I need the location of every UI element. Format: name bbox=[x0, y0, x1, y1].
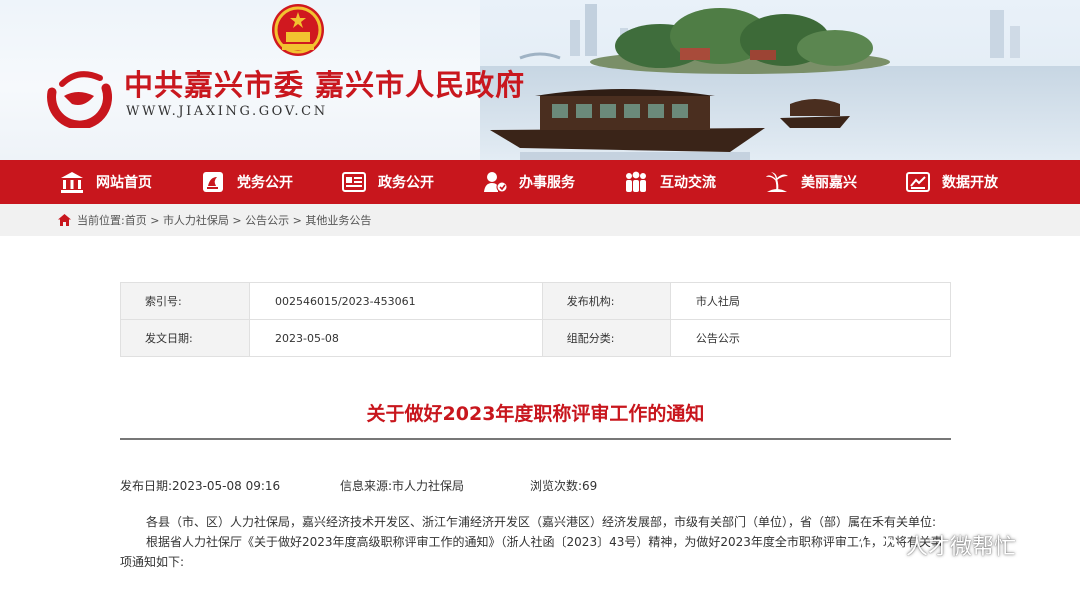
source-label: 信息来源: bbox=[340, 479, 393, 493]
article-body: 各县（市、区）人力社保局，嘉兴经济技术开发区、浙江乍浦经济开发区（嘉兴港区）经济… bbox=[120, 512, 952, 572]
watermark-text: 人才微帮忙 bbox=[906, 535, 1017, 560]
breadcrumb-separator: > bbox=[228, 213, 246, 227]
breadcrumb-separator: > bbox=[289, 213, 306, 227]
data-screen-icon bbox=[906, 172, 930, 192]
nav-item-label: 网站首页 bbox=[96, 175, 152, 191]
nav-item-interact[interactable]: 互动交流 bbox=[624, 171, 765, 193]
site-url: WWW.JIAXING.GOV.CN bbox=[126, 104, 328, 119]
nav-item-label: 美丽嘉兴 bbox=[801, 175, 857, 191]
wechat-watermark: 人才微帮忙 bbox=[860, 528, 1016, 562]
nav-item-home[interactable]: 网站首页 bbox=[60, 171, 201, 193]
breadcrumb-item-other[interactable]: 其他业务公告 bbox=[305, 212, 371, 228]
paragraph: 根据省人力社保厅《关于做好2023年度高级职称评审工作的通知》（浙人社函〔202… bbox=[120, 535, 943, 569]
views-label: 浏览次数: bbox=[530, 479, 583, 493]
category-label: 组配分类: bbox=[541, 319, 671, 357]
paragraph: 各县（市、区）人力社保局，嘉兴经济技术开发区、浙江乍浦经济开发区（嘉兴港区）经济… bbox=[146, 515, 937, 529]
national-emblem-icon bbox=[272, 4, 324, 56]
party-flag-icon bbox=[203, 172, 223, 192]
nav-item-service[interactable]: 办事服务 bbox=[483, 171, 624, 193]
site-title[interactable]: 中共嘉兴市委 嘉兴市人民政府 bbox=[124, 62, 525, 104]
nav-item-label: 互动交流 bbox=[660, 175, 716, 191]
article-title: 关于做好2023年度职称评审工作的通知 bbox=[366, 403, 705, 425]
nav-item-label: 政务公开 bbox=[378, 175, 434, 191]
publish-date-label: 发布日期: bbox=[120, 479, 173, 493]
publisher-label: 发布机构: bbox=[541, 282, 671, 320]
breadcrumb: 当前位置: 首页 > 市人力社保局 > 公告公示 > 其他业务公告 bbox=[0, 204, 1080, 236]
nav-item-label: 办事服务 bbox=[519, 175, 575, 191]
index-value: 002546015/2023-453061 bbox=[248, 282, 543, 320]
nav-item-data[interactable]: 数据开放 bbox=[906, 171, 1047, 193]
breadcrumb-separator: > bbox=[146, 213, 163, 227]
people-icon bbox=[626, 171, 646, 192]
building-icon bbox=[61, 172, 83, 193]
jiaxing-logo-icon bbox=[47, 71, 113, 128]
nav-item-party[interactable]: 党务公开 bbox=[201, 171, 342, 193]
category-value: 公告公示 bbox=[669, 319, 952, 357]
index-label: 索引号: bbox=[120, 282, 250, 320]
breadcrumb-item-notices[interactable]: 公告公示 bbox=[245, 212, 289, 228]
table-row: 索引号: 002546015/2023-453061 发布机构: 市人社局 bbox=[120, 282, 952, 320]
document-icon bbox=[342, 172, 366, 192]
publisher-value: 市人社局 bbox=[669, 282, 952, 320]
wechat-icon bbox=[860, 529, 900, 560]
title-divider bbox=[120, 438, 951, 440]
article-info: 发布日期:2023-05-08 09:16 信息来源:市人力社保局 浏览次数:6… bbox=[120, 477, 597, 494]
source-value: 市人力社保局 bbox=[392, 479, 465, 493]
south-lake-scene-image bbox=[480, 0, 1080, 160]
date-label: 发文日期: bbox=[120, 319, 250, 357]
publish-date: 2023-05-08 09:16 bbox=[172, 479, 281, 493]
palm-tree-icon bbox=[766, 172, 788, 192]
nav-item-label: 党务公开 bbox=[237, 175, 293, 191]
views-count: 69 bbox=[582, 479, 598, 493]
nav-item-label: 数据开放 bbox=[942, 175, 998, 191]
breadcrumb-prefix: 当前位置: bbox=[77, 214, 125, 227]
nav-item-beautiful[interactable]: 美丽嘉兴 bbox=[765, 171, 906, 193]
breadcrumb-item-hrss[interactable]: 市人力社保局 bbox=[163, 212, 229, 228]
service-icon bbox=[484, 172, 507, 193]
table-row: 发文日期: 2023-05-08 组配分类: 公告公示 bbox=[120, 319, 952, 357]
breadcrumb-item-home[interactable]: 首页 bbox=[125, 212, 147, 228]
date-value: 2023-05-08 bbox=[248, 319, 543, 357]
header-banner: 中共嘉兴市委 嘉兴市人民政府 WWW.JIAXING.GOV.CN bbox=[0, 0, 1080, 160]
nav-item-gov[interactable]: 政务公开 bbox=[342, 171, 483, 193]
document-meta-table: 索引号: 002546015/2023-453061 发布机构: 市人社局 发文… bbox=[120, 282, 952, 357]
main-nav: 网站首页 党务公开 政务公开 办事服务 互动交流 美丽嘉兴 数据开放 bbox=[0, 160, 1080, 204]
home-icon bbox=[58, 214, 71, 226]
